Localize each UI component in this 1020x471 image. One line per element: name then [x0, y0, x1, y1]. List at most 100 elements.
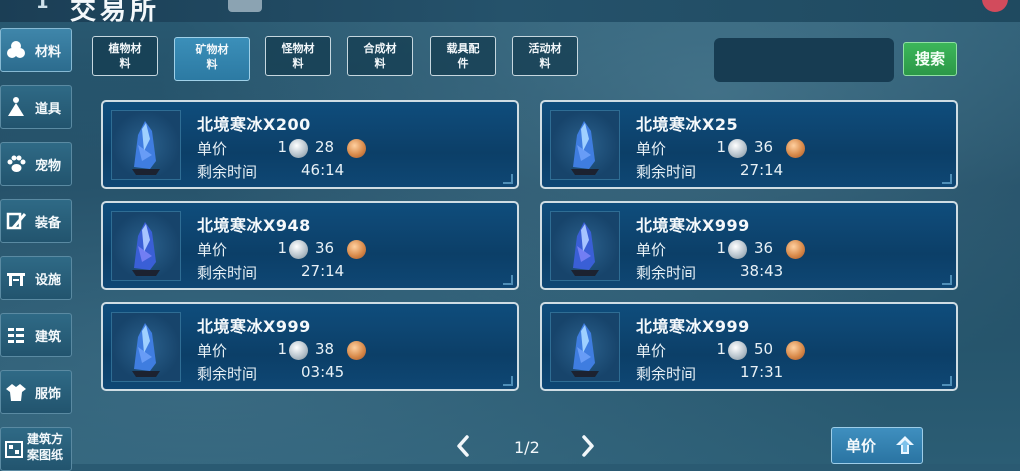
price-label: 单价	[197, 241, 228, 259]
sidebar-item-label: 建筑方 案图纸	[27, 432, 64, 462]
item-name: 北境寒冰X948	[197, 216, 311, 235]
silver-coin-icon	[289, 240, 308, 259]
close-button[interactable]	[982, 0, 1008, 12]
silver-amount: 1	[277, 340, 287, 358]
materials-icon	[5, 39, 27, 61]
sidebar-item-materials[interactable]: 材料	[0, 28, 72, 72]
chevron-left-icon[interactable]	[455, 434, 471, 465]
time-left-value: 17:31	[740, 363, 784, 381]
sidebar-item-buildings[interactable]: 建筑	[0, 313, 72, 357]
silver-coin-icon	[728, 240, 747, 259]
silver-amount: 1	[277, 138, 287, 156]
time-left-label: 剩余时间	[197, 264, 258, 282]
tab-monster-materials[interactable]: 怪物材料	[265, 36, 331, 76]
corner-mark-icon	[503, 174, 513, 184]
listing-card[interactable]: 北境寒冰X999 单价 1 38 剩余时间 03:45	[101, 302, 519, 391]
copper-coin-icon	[347, 341, 366, 360]
sidebar-item-label: 材料	[35, 45, 62, 60]
silver-coin-icon	[289, 341, 308, 360]
tab-event-materials[interactable]: 活动材料	[512, 36, 578, 76]
time-left-value: 03:45	[301, 363, 345, 381]
corner-mark-icon	[942, 376, 952, 386]
tab-vehicle-parts[interactable]: 载具配件	[430, 36, 496, 76]
sidebar-item-label: 装备	[35, 216, 62, 231]
item-icon	[5, 96, 27, 118]
sidebar-item-facilities[interactable]: 设施	[0, 256, 72, 300]
time-left-label: 剩余时间	[636, 365, 697, 383]
copper-amount: 38	[315, 340, 335, 358]
copper-coin-icon	[786, 139, 805, 158]
tab-synthetic-materials[interactable]: 合成材料	[347, 36, 413, 76]
search-button[interactable]: 搜索	[903, 42, 957, 76]
tab-plant-materials[interactable]: 植物材料	[92, 36, 158, 76]
corner-mark-icon	[942, 174, 952, 184]
crystal-icon	[550, 110, 620, 180]
crystal-icon	[550, 211, 620, 281]
sidebar-item-label: 道具	[35, 102, 62, 117]
price-label: 单价	[197, 342, 228, 360]
price-label: 单价	[636, 241, 667, 259]
copper-amount: 36	[315, 239, 335, 257]
copper-coin-icon	[786, 341, 805, 360]
sidebar-item-pets[interactable]: 宠物	[0, 142, 72, 186]
price-label: 单价	[636, 140, 667, 158]
item-name: 北境寒冰X999	[636, 216, 750, 235]
header-number: 1	[36, 0, 49, 13]
silver-amount: 1	[277, 239, 287, 257]
sidebar-item-clothing[interactable]: 服饰	[0, 370, 72, 414]
item-name: 北境寒冰X200	[197, 115, 311, 134]
page-indicator: 1/2	[514, 438, 540, 457]
silver-amount: 1	[716, 340, 726, 358]
sidebar-item-equipment[interactable]: 装备	[0, 199, 72, 243]
crystal-icon	[111, 312, 181, 382]
corner-mark-icon	[503, 275, 513, 285]
chevron-right-icon[interactable]	[580, 434, 596, 465]
paw-icon	[5, 153, 27, 175]
crystal-icon	[111, 211, 181, 281]
silver-amount: 1	[716, 138, 726, 156]
silver-amount: 1	[716, 239, 726, 257]
page-title: 交易所	[70, 0, 161, 26]
sort-up-icon	[894, 434, 916, 456]
copper-coin-icon	[347, 139, 366, 158]
price-label: 单价	[197, 140, 228, 158]
time-left-label: 剩余时间	[197, 365, 258, 383]
silver-coin-icon	[289, 139, 308, 158]
top-bar: 1 交易所	[0, 0, 1020, 26]
time-left-value: 27:14	[301, 262, 345, 280]
header-plus-button[interactable]	[228, 0, 262, 12]
clothing-icon	[5, 381, 27, 403]
search-input[interactable]	[714, 38, 894, 82]
sidebar-item-label: 建筑	[35, 330, 62, 345]
listing-card[interactable]: 北境寒冰X999 单价 1 50 剩余时间 17:31	[540, 302, 958, 391]
sidebar-item-label: 服饰	[35, 387, 62, 402]
corner-mark-icon	[503, 376, 513, 386]
tab-mineral-materials[interactable]: 矿物材料	[174, 37, 250, 81]
copper-amount: 36	[754, 138, 774, 156]
item-name: 北境寒冰X25	[636, 115, 739, 134]
time-left-value: 38:43	[740, 262, 784, 280]
sidebar-item-blueprints[interactable]: 建筑方 案图纸	[0, 427, 72, 471]
time-left-label: 剩余时间	[636, 163, 697, 181]
listing-card[interactable]: 北境寒冰X999 单价 1 36 剩余时间 38:43	[540, 201, 958, 290]
item-name: 北境寒冰X999	[636, 317, 750, 336]
building-icon	[5, 324, 27, 346]
copper-coin-icon	[786, 240, 805, 259]
listing-card[interactable]: 北境寒冰X25 单价 1 36 剩余时间 27:14	[540, 100, 958, 189]
listing-card[interactable]: 北境寒冰X200 单价 1 28 剩余时间 46:14	[101, 100, 519, 189]
sidebar-item-label: 设施	[35, 273, 62, 288]
sort-by-price-button[interactable]: 单价	[831, 427, 923, 464]
corner-mark-icon	[942, 275, 952, 285]
facility-icon	[5, 267, 27, 289]
item-name: 北境寒冰X999	[197, 317, 311, 336]
silver-coin-icon	[728, 139, 747, 158]
time-left-value: 27:14	[740, 161, 784, 179]
listing-card[interactable]: 北境寒冰X948 单价 1 36 剩余时间 27:14	[101, 201, 519, 290]
copper-amount: 36	[754, 239, 774, 257]
blueprint-icon	[3, 438, 25, 460]
copper-coin-icon	[347, 240, 366, 259]
time-left-label: 剩余时间	[197, 163, 258, 181]
time-left-value: 46:14	[301, 161, 345, 179]
sidebar-item-label: 宠物	[35, 159, 62, 174]
sidebar-item-items[interactable]: 道具	[0, 85, 72, 129]
